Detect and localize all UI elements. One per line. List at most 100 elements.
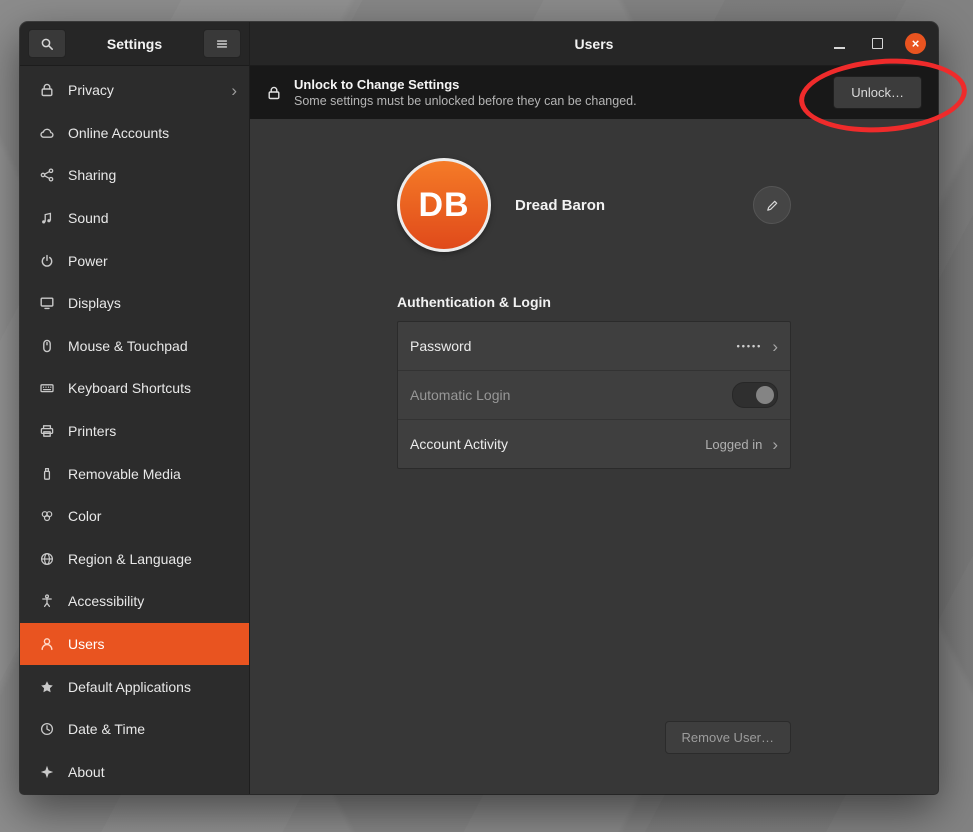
sidebar-item-region-language[interactable]: Region & Language bbox=[20, 538, 249, 581]
account-activity-value: Logged in bbox=[705, 437, 762, 452]
user-name: Dread Baron bbox=[515, 197, 605, 214]
sidebar-item-power[interactable]: Power bbox=[20, 239, 249, 282]
profile-row: DB Dread Baron bbox=[397, 158, 791, 252]
auth-card: Password ••••• › Automatic Login bbox=[397, 321, 791, 469]
sidebar-item-label: Sound bbox=[68, 210, 108, 226]
sidebar-item-label: Region & Language bbox=[68, 551, 192, 567]
avatar: DB bbox=[397, 158, 491, 252]
lock-icon bbox=[39, 82, 55, 98]
desktop-background: Settings Users × Privacy › Online Accounts… bbox=[0, 0, 973, 832]
users-icon bbox=[39, 636, 55, 652]
minimize-icon bbox=[834, 47, 845, 49]
sidebar-item-accessibility[interactable]: Accessibility bbox=[20, 580, 249, 623]
row-end: ••••• › bbox=[737, 338, 778, 355]
sidebar-item-displays[interactable]: Displays bbox=[20, 282, 249, 325]
close-icon: × bbox=[912, 37, 920, 50]
row-end bbox=[732, 382, 778, 408]
menu-button[interactable] bbox=[203, 29, 241, 58]
hamburger-menu-icon bbox=[215, 37, 229, 51]
sidebar-titlebar: Settings bbox=[20, 22, 250, 66]
minimize-button[interactable] bbox=[829, 33, 850, 54]
content-titlebar: Users × bbox=[250, 22, 938, 66]
share-icon bbox=[39, 167, 55, 183]
center-column: DB Dread Baron Authentication & Login Pa… bbox=[397, 158, 791, 754]
sidebar-item-label: Online Accounts bbox=[68, 125, 169, 141]
clock-icon bbox=[39, 721, 55, 737]
sidebar-item-label: Printers bbox=[68, 423, 116, 439]
sidebar-item-users[interactable]: Users bbox=[20, 623, 249, 666]
section-heading: Authentication & Login bbox=[397, 294, 791, 310]
color-icon bbox=[39, 508, 55, 524]
close-button[interactable]: × bbox=[905, 33, 926, 54]
cloud-icon bbox=[39, 125, 55, 141]
sidebar-item-label: Date & Time bbox=[68, 721, 145, 737]
lock-icon bbox=[266, 85, 282, 101]
sidebar-item-label: Mouse & Touchpad bbox=[68, 338, 188, 354]
sidebar-title: Settings bbox=[72, 36, 197, 52]
automatic-login-row: Automatic Login bbox=[398, 371, 790, 420]
sidebar-item-label: Removable Media bbox=[68, 466, 181, 482]
row-label: Account Activity bbox=[410, 436, 508, 452]
sidebar-item-about[interactable]: About bbox=[20, 751, 249, 794]
unlock-banner: Unlock to Change Settings Some settings … bbox=[250, 66, 938, 119]
sidebar-item-mouse-touchpad[interactable]: Mouse & Touchpad bbox=[20, 325, 249, 368]
maximize-icon bbox=[872, 38, 883, 49]
pencil-icon bbox=[765, 198, 780, 213]
accessibility-icon bbox=[39, 593, 55, 609]
about-icon bbox=[39, 764, 55, 780]
sidebar-list: Privacy › Online Accounts Sharing Sound Power… bbox=[20, 66, 250, 794]
window-controls: × bbox=[829, 33, 926, 54]
chevron-right-icon: › bbox=[772, 338, 778, 355]
display-icon bbox=[39, 295, 55, 311]
sidebar-item-label: Users bbox=[68, 636, 105, 652]
banner-text: Unlock to Change Settings Some settings … bbox=[294, 77, 637, 108]
maximize-button[interactable] bbox=[867, 33, 888, 54]
sidebar-item-label: Accessibility bbox=[68, 593, 144, 609]
toggle-knob bbox=[756, 386, 774, 404]
search-icon bbox=[39, 36, 55, 52]
sidebar-item-online-accounts[interactable]: Online Accounts bbox=[20, 112, 249, 155]
sidebar-item-label: Color bbox=[68, 508, 101, 524]
sidebar-item-label: About bbox=[68, 764, 105, 780]
edit-name-button[interactable] bbox=[753, 186, 791, 224]
chevron-right-icon: › bbox=[231, 82, 237, 99]
sidebar-item-label: Power bbox=[68, 253, 108, 269]
sidebar-item-default-applications[interactable]: Default Applications bbox=[20, 665, 249, 708]
chevron-right-icon: › bbox=[772, 436, 778, 453]
content-area: Unlock to Change Settings Some settings … bbox=[250, 66, 938, 794]
star-icon bbox=[39, 679, 55, 695]
sidebar-item-label: Displays bbox=[68, 295, 121, 311]
password-dots: ••••• bbox=[737, 341, 763, 351]
sidebar-item-label: Default Applications bbox=[68, 679, 191, 695]
sidebar-item-privacy[interactable]: Privacy › bbox=[20, 69, 249, 112]
mouse-icon bbox=[39, 338, 55, 354]
search-button[interactable] bbox=[28, 29, 66, 58]
row-end: Logged in › bbox=[705, 436, 778, 453]
sidebar-item-sharing[interactable]: Sharing bbox=[20, 154, 249, 197]
sidebar-item-keyboard-shortcuts[interactable]: Keyboard Shortcuts bbox=[20, 367, 249, 410]
banner-subtitle: Some settings must be unlocked before th… bbox=[294, 94, 637, 108]
sidebar-item-date-time[interactable]: Date & Time bbox=[20, 708, 249, 751]
settings-window: Settings Users × Privacy › Online Accounts… bbox=[20, 22, 938, 794]
keyboard-icon bbox=[39, 380, 55, 396]
printer-icon bbox=[39, 423, 55, 439]
unlock-button[interactable]: Unlock… bbox=[833, 76, 922, 109]
automatic-login-toggle[interactable] bbox=[732, 382, 778, 408]
content-body: DB Dread Baron Authentication & Login Pa… bbox=[250, 119, 938, 794]
password-row[interactable]: Password ••••• › bbox=[398, 322, 790, 371]
sidebar-item-removable-media[interactable]: Removable Media bbox=[20, 452, 249, 495]
row-label: Password bbox=[410, 338, 471, 354]
account-activity-row[interactable]: Account Activity Logged in › bbox=[398, 420, 790, 468]
remove-user-button[interactable]: Remove User… bbox=[665, 721, 791, 754]
banner-title: Unlock to Change Settings bbox=[294, 77, 637, 92]
sidebar-item-color[interactable]: Color bbox=[20, 495, 249, 538]
spacer bbox=[397, 469, 791, 721]
power-icon bbox=[39, 253, 55, 269]
sidebar-item-label: Keyboard Shortcuts bbox=[68, 380, 191, 396]
sidebar-item-label: Privacy bbox=[68, 82, 114, 98]
sound-icon bbox=[39, 210, 55, 226]
sidebar-item-printers[interactable]: Printers bbox=[20, 410, 249, 453]
sidebar-item-sound[interactable]: Sound bbox=[20, 197, 249, 240]
globe-icon bbox=[39, 551, 55, 567]
row-label: Automatic Login bbox=[410, 387, 510, 403]
